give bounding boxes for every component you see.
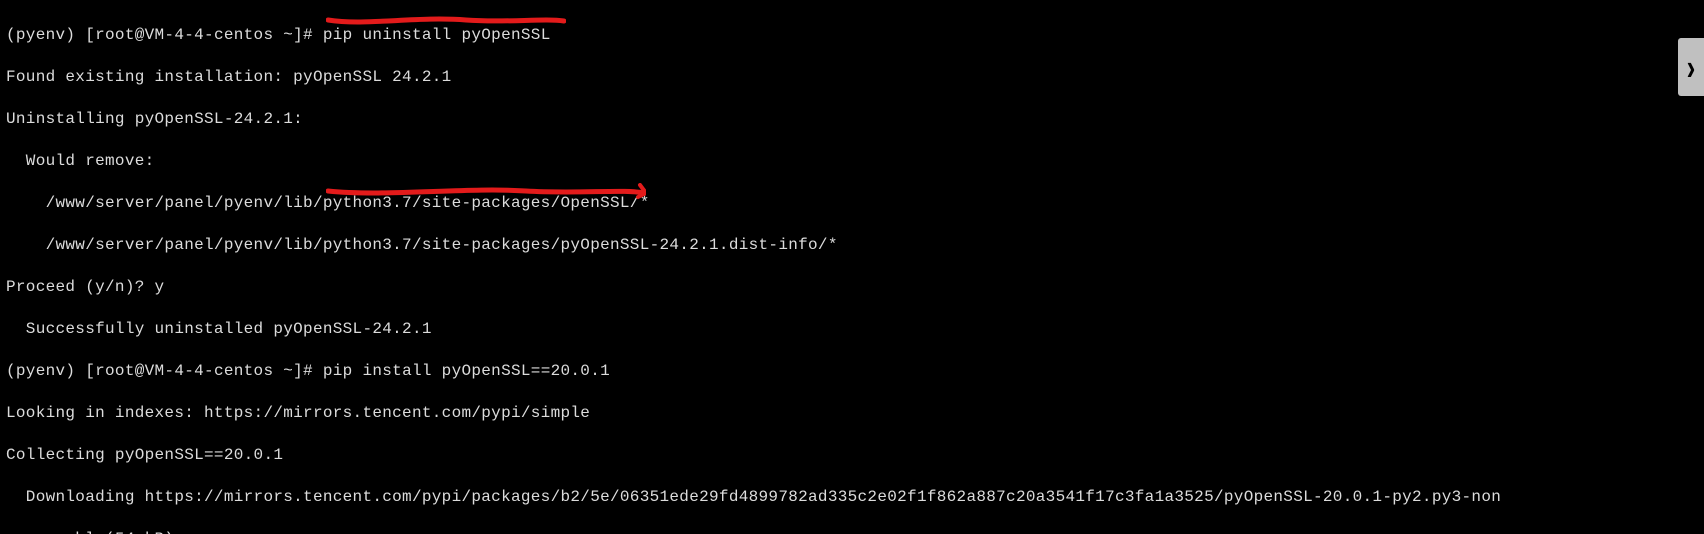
chevron-right-icon: ›: [1687, 49, 1696, 85]
line-proceed: Proceed (y/n)? y: [6, 277, 1698, 298]
line-uninstalling: Uninstalling pyOpenSSL-24.2.1:: [6, 109, 1698, 130]
line-prompt-1: (pyenv) [root@VM-4-4-centos ~]# pip unin…: [6, 25, 1698, 46]
line-collecting: Collecting pyOpenSSL==20.0.1: [6, 445, 1698, 466]
shell-prompt: [root@VM-4-4-centos ~]#: [85, 362, 323, 380]
env-label: (pyenv): [6, 26, 85, 44]
scroll-right-button[interactable]: ›: [1678, 38, 1704, 96]
terminal-output[interactable]: (pyenv) [root@VM-4-4-centos ~]# pip unin…: [0, 0, 1704, 534]
line-prompt-2: (pyenv) [root@VM-4-4-centos ~]# pip inst…: [6, 361, 1698, 382]
line-success-uninstall: Successfully uninstalled pyOpenSSL-24.2.…: [6, 319, 1698, 340]
env-label: (pyenv): [6, 362, 85, 380]
shell-prompt: [root@VM-4-4-centos ~]#: [85, 26, 323, 44]
line-downloading-a: Downloading https://mirrors.tencent.com/…: [6, 487, 1698, 508]
line-path-1: /www/server/panel/pyenv/lib/python3.7/si…: [6, 193, 1698, 214]
command-1: pip uninstall pyOpenSSL: [323, 26, 551, 44]
line-indexes: Looking in indexes: https://mirrors.tenc…: [6, 403, 1698, 424]
line-path-2: /www/server/panel/pyenv/lib/python3.7/si…: [6, 235, 1698, 256]
line-would-remove: Would remove:: [6, 151, 1698, 172]
command-2: pip install pyOpenSSL==20.0.1: [323, 362, 610, 380]
line-downloading-b: e-any.whl (54 kB): [6, 529, 1698, 534]
line-found: Found existing installation: pyOpenSSL 2…: [6, 67, 1698, 88]
